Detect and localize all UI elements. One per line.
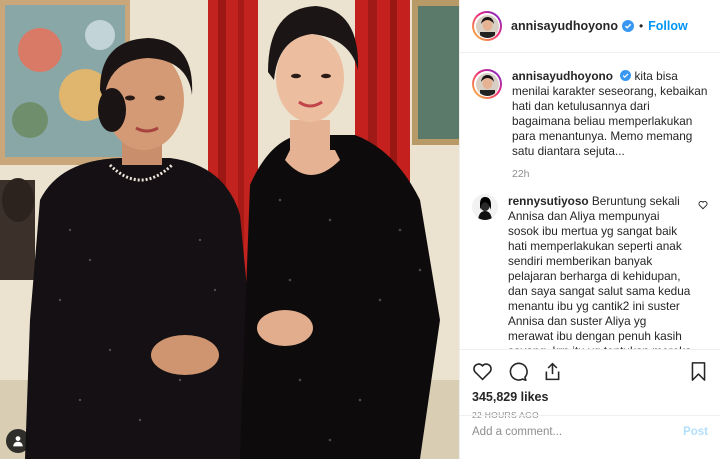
post-header: annisayudhoyono • Follow bbox=[460, 0, 720, 53]
comment-bubble-icon[interactable] bbox=[507, 361, 528, 382]
caption: annisayudhoyono kita bisa menilai karakt… bbox=[472, 69, 708, 159]
action-bar bbox=[472, 356, 708, 386]
comment-input[interactable] bbox=[472, 425, 684, 438]
heart-icon[interactable] bbox=[472, 361, 493, 382]
avatar-photo bbox=[472, 194, 498, 220]
share-plane-icon[interactable] bbox=[542, 361, 563, 382]
photo-illustration bbox=[0, 0, 459, 459]
comment-like-heart-icon[interactable] bbox=[698, 197, 708, 349]
avatar-photo bbox=[475, 14, 499, 38]
comment-author[interactable]: rennysutiyoso bbox=[508, 194, 589, 208]
caption-time[interactable]: 22h bbox=[512, 168, 708, 180]
author-username[interactable]: annisayudhoyono bbox=[511, 19, 618, 33]
follow-button[interactable]: Follow bbox=[648, 19, 688, 33]
comment-item: rennysutiyoso Beruntung sekali Annisa da… bbox=[472, 194, 708, 349]
likes-count[interactable]: 345,829 likes bbox=[472, 390, 708, 404]
verified-badge-icon bbox=[621, 20, 634, 32]
user-tag-icon bbox=[13, 436, 23, 447]
separator-dot: • bbox=[638, 19, 644, 33]
avatar-photo bbox=[475, 72, 499, 96]
commenter-avatar[interactable] bbox=[472, 194, 498, 220]
caption-author[interactable]: annisayudhoyono bbox=[512, 69, 613, 83]
author-avatar[interactable] bbox=[472, 11, 502, 41]
verified-badge-icon bbox=[620, 70, 632, 81]
caption-author-avatar[interactable] bbox=[472, 69, 502, 99]
bookmark-icon[interactable] bbox=[689, 361, 708, 382]
caption-body: annisayudhoyono kita bisa menilai karakt… bbox=[512, 69, 708, 159]
post-comment-button[interactable]: Post bbox=[683, 426, 708, 438]
comment-body: rennysutiyoso Beruntung sekali Annisa da… bbox=[508, 194, 692, 349]
post-actions: 345,829 likes 22 HOURS AGO Post bbox=[460, 349, 720, 447]
post-side-panel: annisayudhoyono • Follow annisayudhoyono… bbox=[459, 0, 720, 459]
comments-section[interactable]: annisayudhoyono kita bisa menilai karakt… bbox=[460, 53, 720, 349]
comment-text: Beruntung sekali Annisa dan Aliya mempun… bbox=[508, 194, 692, 349]
add-comment-bar: Post bbox=[460, 415, 720, 447]
post-photo[interactable] bbox=[0, 0, 459, 459]
user-tag-button[interactable] bbox=[6, 429, 30, 453]
